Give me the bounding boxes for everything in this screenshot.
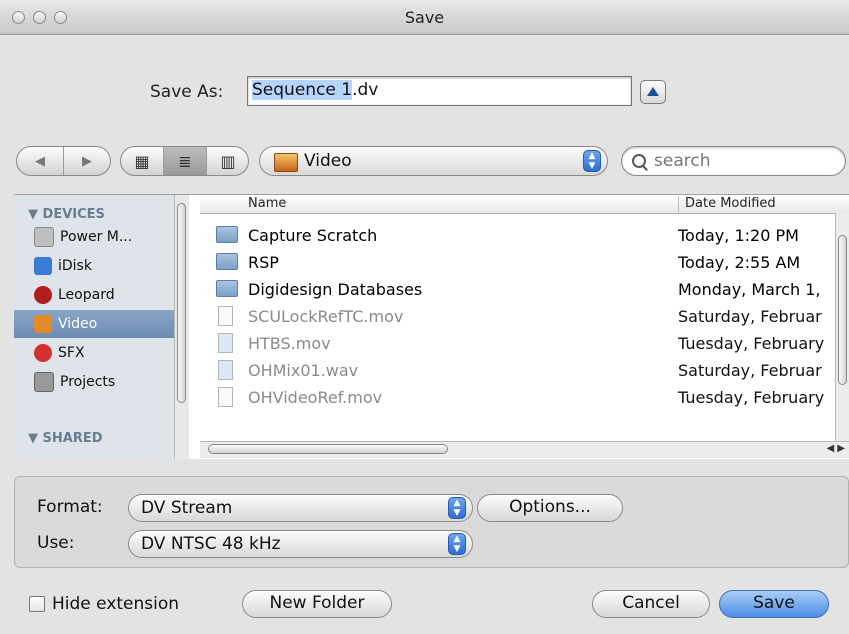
sidebar: ▼ DEVICES Power M... iDisk Leopard Video… — [14, 195, 184, 459]
file-date: Saturday, Februar — [678, 361, 822, 380]
sidebar-item-video[interactable]: Video — [14, 310, 174, 338]
file-list-header: Name Date Modified — [200, 195, 849, 214]
column-header-date[interactable]: Date Modified — [678, 196, 776, 213]
folder-icon — [216, 226, 238, 243]
file-name: HTBS.mov — [248, 334, 331, 353]
list-item[interactable]: SCULockRefTC.mov Saturday, Februar — [200, 303, 832, 330]
list-item[interactable]: HTBS.mov Tuesday, February — [200, 330, 832, 357]
sidebar-item-leopard[interactable]: Leopard — [14, 281, 174, 309]
list-item[interactable]: OHMix01.wav Saturday, Februar — [200, 357, 832, 384]
sidebar-item-power-mac[interactable]: Power M... — [14, 223, 174, 251]
sidebar-item-label: iDisk — [58, 258, 92, 274]
sidebar-item-label: Projects — [60, 374, 116, 390]
view-mode-group: ▦ ≣ ▥ — [120, 146, 249, 176]
collapse-dialog-button[interactable] — [640, 80, 666, 104]
scroll-arrows-icon[interactable]: ◀ ▶ — [826, 443, 845, 454]
devices-header[interactable]: ▼ DEVICES — [28, 207, 105, 222]
file-name: OHVideoRef.mov — [248, 388, 383, 407]
list-item[interactable]: RSP Today, 2:55 AM — [200, 249, 832, 276]
file-date: Tuesday, February — [678, 334, 825, 353]
sidebar-item-label: SFX — [58, 345, 85, 361]
use-label: Use: — [37, 533, 75, 553]
sidebar-item-idisk[interactable]: iDisk — [14, 252, 174, 280]
sidebar-scroll-thumb[interactable] — [177, 203, 186, 403]
filename-selection: Sequence 1 — [252, 80, 353, 100]
forward-button[interactable]: ▶ — [64, 147, 110, 175]
folder-icon — [216, 253, 238, 270]
filename-extension: .dv — [352, 80, 379, 100]
shared-header[interactable]: ▼ SHARED — [28, 431, 103, 446]
save-button[interactable]: Save — [719, 590, 829, 618]
sidebar-item-label: Leopard — [58, 287, 115, 303]
search-field[interactable] — [621, 146, 846, 176]
window-title: Save — [404, 8, 445, 27]
file-date: Tuesday, February — [678, 388, 825, 407]
search-input[interactable] — [652, 150, 836, 172]
popup-arrows-icon: ▲ ▼ — [583, 150, 601, 172]
options-button[interactable]: Options... — [477, 494, 623, 522]
file-list: Name Date Modified Capture Scratch Today… — [200, 195, 849, 459]
movie-file-icon — [218, 306, 233, 326]
audio-file-icon — [218, 360, 233, 380]
column-header-name[interactable]: Name — [248, 196, 286, 211]
video-folder-icon — [274, 153, 298, 172]
file-name: SCULockRefTC.mov — [248, 307, 404, 326]
cancel-button[interactable]: Cancel — [592, 590, 710, 618]
hard-drive-icon — [34, 227, 54, 247]
format-options-panel: Format: DV Stream ▲ ▼ Options... Use: DV … — [14, 476, 849, 568]
save-dialog: Save Save As: Sequence 1.dv ◀ ▶ ▦ ≣ ▥ Vi… — [0, 0, 849, 634]
title-bar: Save — [0, 0, 849, 35]
file-date: Saturday, Februar — [678, 307, 822, 326]
video-folder-icon — [34, 315, 52, 333]
popup-arrows-icon: ▲ ▼ — [448, 497, 466, 519]
file-date: Today, 1:20 PM — [678, 226, 799, 245]
movie-file-icon — [218, 333, 233, 353]
file-list-vertical-scrollbar[interactable] — [835, 213, 849, 441]
list-item[interactable]: OHVideoRef.mov Tuesday, February — [200, 384, 832, 411]
format-value: DV Stream — [141, 498, 233, 518]
file-name: OHMix01.wav — [248, 361, 359, 380]
list-view-button[interactable]: ≣ — [164, 147, 207, 175]
sidebar-item-label: Video — [58, 316, 98, 332]
hide-extension-label[interactable]: Hide extension — [52, 594, 179, 614]
leopard-disk-icon — [34, 286, 52, 304]
list-item[interactable]: Capture Scratch Today, 1:20 PM — [200, 222, 832, 249]
sidebar-item-projects[interactable]: Projects — [14, 368, 174, 396]
format-label: Format: — [37, 497, 103, 517]
back-forward-group: ◀ ▶ — [16, 146, 111, 176]
folder-icon — [216, 280, 238, 297]
use-popup[interactable]: DV NTSC 48 kHz ▲ ▼ — [128, 530, 473, 558]
file-name: RSP — [248, 253, 279, 272]
file-date: Today, 2:55 AM — [678, 253, 801, 272]
file-browser: ▼ DEVICES Power M... iDisk Leopard Video… — [14, 194, 849, 459]
list-item[interactable]: Digidesign Databases Monday, March 1, — [200, 276, 832, 303]
idisk-icon — [34, 257, 52, 275]
vertical-scroll-thumb[interactable] — [838, 235, 847, 385]
use-value: DV NTSC 48 kHz — [141, 534, 281, 554]
new-folder-button[interactable]: New Folder — [242, 590, 392, 618]
disclosure-up-icon — [647, 87, 659, 96]
file-date: Monday, March 1, — [678, 280, 821, 299]
save-as-field[interactable]: Sequence 1.dv — [247, 76, 632, 106]
location-label: Video — [304, 151, 352, 171]
sidebar-item-label: Power M... — [60, 229, 133, 245]
sidebar-item-sfx[interactable]: SFX — [14, 339, 174, 367]
hide-extension-checkbox[interactable] — [29, 596, 45, 612]
movie-file-icon — [218, 387, 233, 407]
file-name: Digidesign Databases — [248, 280, 423, 299]
icon-view-button[interactable]: ▦ — [121, 147, 164, 175]
projects-drive-icon — [34, 372, 54, 392]
sfx-drive-icon — [34, 344, 52, 362]
sidebar-scrollbar[interactable] — [174, 195, 189, 459]
file-name: Capture Scratch — [248, 226, 378, 245]
back-button[interactable]: ◀ — [17, 147, 64, 175]
popup-arrows-icon: ▲ ▼ — [448, 533, 466, 555]
save-as-label: Save As: — [150, 82, 224, 102]
search-icon — [632, 154, 646, 168]
location-popup[interactable]: Video ▲ ▼ — [259, 146, 608, 176]
format-popup[interactable]: DV Stream ▲ ▼ — [128, 494, 473, 522]
column-view-button[interactable]: ▥ — [207, 147, 248, 175]
horizontal-scroll-thumb[interactable] — [208, 444, 448, 454]
file-list-horizontal-scrollbar[interactable]: ◀ ▶ — [200, 441, 849, 458]
